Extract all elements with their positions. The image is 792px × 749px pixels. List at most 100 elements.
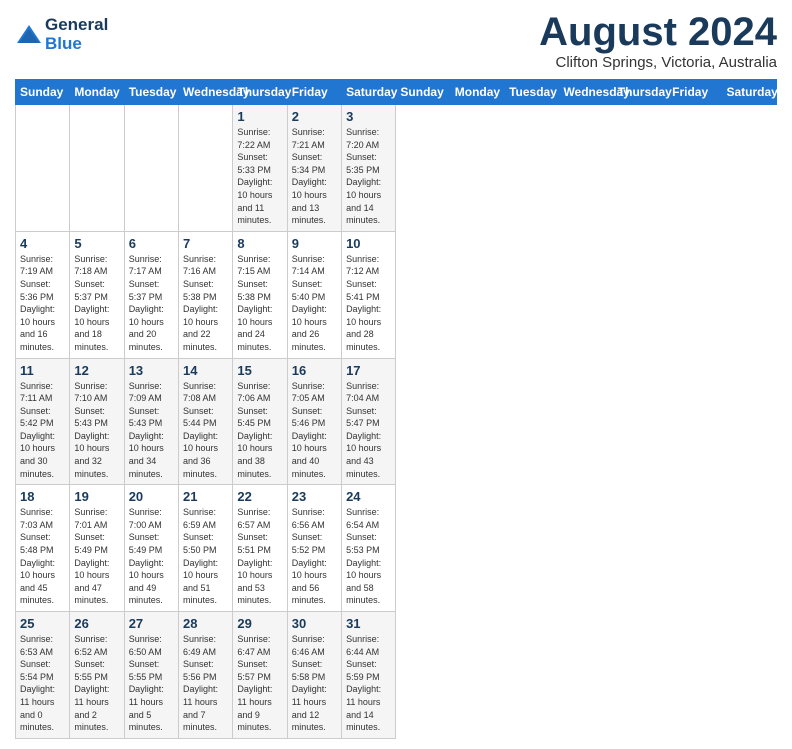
day-info: Sunrise: 6:47 AM Sunset: 5:57 PM Dayligh… [237,633,282,734]
day-number: 7 [183,236,228,251]
logo-icon [15,21,43,49]
day-number: 14 [183,363,228,378]
calendar-cell [16,105,70,232]
day-info: Sunrise: 7:10 AM Sunset: 5:43 PM Dayligh… [74,380,119,481]
calendar-cell [70,105,124,232]
weekday-header-sunday: Sunday [16,80,70,105]
calendar-cell: 25 Sunrise: 6:53 AM Sunset: 5:54 PM Dayli… [16,612,70,739]
day-number: 13 [129,363,174,378]
day-info: Sunrise: 6:49 AM Sunset: 5:56 PM Dayligh… [183,633,228,734]
day-number: 21 [183,489,228,504]
weekday-header-monday: Monday [70,80,124,105]
location-text: Clifton Springs, Victoria, Australia [539,54,777,71]
calendar-cell: 4Sunrise: 7:19 AM Sunset: 5:36 PM Daylig… [16,231,70,358]
weekday-header-tuesday: Tuesday [124,80,178,105]
day-info: Sunrise: 7:16 AM Sunset: 5:38 PM Dayligh… [183,253,228,354]
calendar-header-row: SundayMondayTuesdayWednesdayThursdayFrid… [16,80,777,105]
day-info: Sunrise: 7:14 AM Sunset: 5:40 PM Dayligh… [292,253,337,354]
day-info: Sunrise: 7:11 AM Sunset: 5:42 PM Dayligh… [20,380,65,481]
day-number: 11 [20,363,65,378]
weekday-header-friday: Friday [668,80,722,105]
calendar-cell: 6Sunrise: 7:17 AM Sunset: 5:37 PM Daylig… [124,231,178,358]
day-number: 15 [237,363,282,378]
day-info: Sunrise: 7:00 AM Sunset: 5:49 PM Dayligh… [129,506,174,607]
day-info: Sunrise: 6:50 AM Sunset: 5:55 PM Dayligh… [129,633,174,734]
calendar-cell: 9Sunrise: 7:14 AM Sunset: 5:40 PM Daylig… [287,231,341,358]
weekday-header-monday: Monday [450,80,504,105]
day-number: 31 [346,616,391,631]
day-info: Sunrise: 6:56 AM Sunset: 5:52 PM Dayligh… [292,506,337,607]
day-info: Sunrise: 7:08 AM Sunset: 5:44 PM Dayligh… [183,380,228,481]
calendar-cell: 18 Sunrise: 7:03 AM Sunset: 5:48 PM Dayli… [16,485,70,612]
day-number: 20 [129,489,174,504]
day-info: Sunrise: 7:12 AM Sunset: 5:41 PM Dayligh… [346,253,391,354]
day-info: Sunrise: 6:52 AM Sunset: 5:55 PM Dayligh… [74,633,119,734]
calendar-week-row: 25 Sunrise: 6:53 AM Sunset: 5:54 PM Dayli… [16,612,777,739]
day-number: 10 [346,236,391,251]
weekday-header-thursday: Thursday [613,80,667,105]
logo-text: General Blue [45,16,108,53]
day-info: Sunrise: 7:01 AM Sunset: 5:49 PM Dayligh… [74,506,119,607]
calendar-cell: 26Sunrise: 6:52 AM Sunset: 5:55 PM Dayli… [70,612,124,739]
calendar-cell [124,105,178,232]
weekday-header-thursday: Thursday [233,80,287,105]
day-info: Sunrise: 6:57 AM Sunset: 5:51 PM Dayligh… [237,506,282,607]
weekday-header-saturday: Saturday [342,80,396,105]
day-info: Sunrise: 7:05 AM Sunset: 5:46 PM Dayligh… [292,380,337,481]
day-number: 19 [74,489,119,504]
page-header: General Blue August 2024 Clifton Springs… [15,10,777,71]
calendar-cell: 10 Sunrise: 7:12 AM Sunset: 5:41 PM Dayli… [342,231,396,358]
day-number: 12 [74,363,119,378]
calendar-cell: 19 Sunrise: 7:01 AM Sunset: 5:49 PM Dayli… [70,485,124,612]
day-number: 18 [20,489,65,504]
calendar-cell: 1Sunrise: 7:22 AM Sunset: 5:33 PM Daylig… [233,105,287,232]
calendar-cell: 22 Sunrise: 6:57 AM Sunset: 5:51 PM Dayli… [233,485,287,612]
day-info: Sunrise: 7:19 AM Sunset: 5:36 PM Dayligh… [20,253,65,354]
day-number: 29 [237,616,282,631]
day-number: 16 [292,363,337,378]
day-number: 5 [74,236,119,251]
day-number: 22 [237,489,282,504]
calendar-cell: 31Sunrise: 6:44 AM Sunset: 5:59 PM Dayli… [342,612,396,739]
calendar-cell: 16 Sunrise: 7:05 AM Sunset: 5:46 PM Dayli… [287,358,341,485]
calendar-cell: 15Sunrise: 7:06 AM Sunset: 5:45 PM Dayli… [233,358,287,485]
day-number: 30 [292,616,337,631]
weekday-header-tuesday: Tuesday [505,80,559,105]
calendar-week-row: 1Sunrise: 7:22 AM Sunset: 5:33 PM Daylig… [16,105,777,232]
calendar-table: SundayMondayTuesdayWednesdayThursdayFrid… [15,79,777,739]
title-block: August 2024 Clifton Springs, Victoria, A… [539,10,777,71]
day-info: Sunrise: 7:15 AM Sunset: 5:38 PM Dayligh… [237,253,282,354]
weekday-header-saturday: Saturday [722,80,777,105]
calendar-cell: 11 Sunrise: 7:11 AM Sunset: 5:42 PM Dayli… [16,358,70,485]
day-info: Sunrise: 6:53 AM Sunset: 5:54 PM Dayligh… [20,633,65,734]
calendar-week-row: 11 Sunrise: 7:11 AM Sunset: 5:42 PM Dayli… [16,358,777,485]
day-info: Sunrise: 7:03 AM Sunset: 5:48 PM Dayligh… [20,506,65,607]
day-number: 17 [346,363,391,378]
calendar-cell: 13 Sunrise: 7:09 AM Sunset: 5:43 PM Dayli… [124,358,178,485]
day-info: Sunrise: 6:54 AM Sunset: 5:53 PM Dayligh… [346,506,391,607]
calendar-cell: 3Sunrise: 7:20 AM Sunset: 5:35 PM Daylig… [342,105,396,232]
calendar-cell [179,105,233,232]
calendar-cell: 24Sunrise: 6:54 AM Sunset: 5:53 PM Dayli… [342,485,396,612]
month-title: August 2024 [539,10,777,54]
calendar-cell: 29 Sunrise: 6:47 AM Sunset: 5:57 PM Dayli… [233,612,287,739]
day-info: Sunrise: 7:09 AM Sunset: 5:43 PM Dayligh… [129,380,174,481]
calendar-cell: 5 Sunrise: 7:18 AM Sunset: 5:37 PM Daylig… [70,231,124,358]
day-number: 27 [129,616,174,631]
calendar-cell: 7 Sunrise: 7:16 AM Sunset: 5:38 PM Daylig… [179,231,233,358]
calendar-cell: 12 Sunrise: 7:10 AM Sunset: 5:43 PM Dayli… [70,358,124,485]
weekday-header-sunday: Sunday [396,80,450,105]
day-number: 25 [20,616,65,631]
calendar-cell: 17Sunrise: 7:04 AM Sunset: 5:47 PM Dayli… [342,358,396,485]
calendar-cell: 2Sunrise: 7:21 AM Sunset: 5:34 PM Daylig… [287,105,341,232]
logo: General Blue [15,16,108,53]
day-info: Sunrise: 7:22 AM Sunset: 5:33 PM Dayligh… [237,126,282,227]
day-info: Sunrise: 6:59 AM Sunset: 5:50 PM Dayligh… [183,506,228,607]
calendar-cell: 20 Sunrise: 7:00 AM Sunset: 5:49 PM Dayli… [124,485,178,612]
calendar-week-row: 4Sunrise: 7:19 AM Sunset: 5:36 PM Daylig… [16,231,777,358]
day-info: Sunrise: 7:21 AM Sunset: 5:34 PM Dayligh… [292,126,337,227]
day-info: Sunrise: 7:18 AM Sunset: 5:37 PM Dayligh… [74,253,119,354]
day-number: 23 [292,489,337,504]
calendar-cell: 21 Sunrise: 6:59 AM Sunset: 5:50 PM Dayli… [179,485,233,612]
weekday-header-friday: Friday [287,80,341,105]
